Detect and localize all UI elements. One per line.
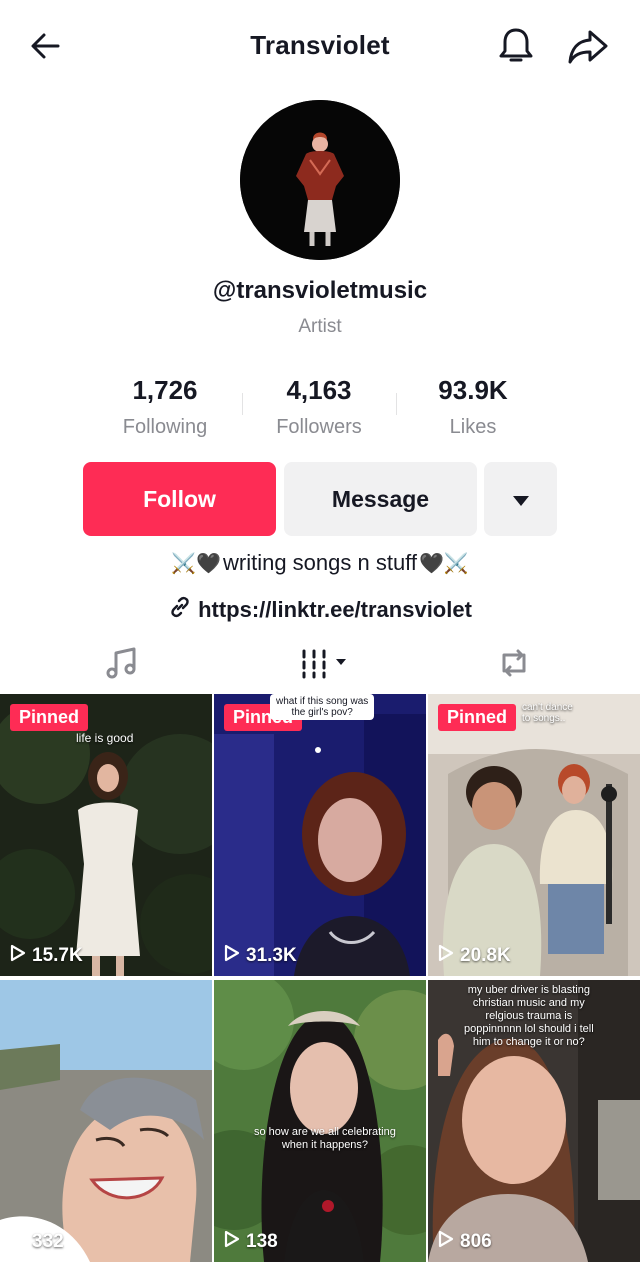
caret-down-icon xyxy=(512,486,530,513)
thumbnail-image xyxy=(214,980,426,1262)
share-icon[interactable] xyxy=(566,26,610,66)
top-bar: Transviolet xyxy=(0,0,640,90)
tab-music[interactable] xyxy=(102,643,146,683)
video-caption: so how are we all celebrating when it ha… xyxy=(254,1126,396,1151)
follow-button[interactable]: Follow xyxy=(83,462,276,536)
video-grid: Pinned life is good 15.7K Pinned what if… xyxy=(0,694,640,1262)
stat-label: Likes xyxy=(449,416,497,438)
video-thumbnail[interactable]: Pinned life is good 15.7K xyxy=(0,694,212,976)
play-icon xyxy=(438,1230,454,1254)
thumbnail-image xyxy=(214,694,426,976)
avatar[interactable] xyxy=(240,100,400,260)
video-caption: life is good xyxy=(76,731,134,745)
view-count: 15.7K xyxy=(10,944,83,968)
play-icon xyxy=(224,944,240,968)
view-count: 20.8K xyxy=(438,944,511,968)
video-thumbnail[interactable]: Pinned what if this song was the girl's … xyxy=(214,694,426,976)
bio-emoji-right: 🖤⚔️ xyxy=(419,552,469,575)
video-thumbnail[interactable]: Pinned can't dance to songs.. 20.8K xyxy=(428,694,640,976)
content-tabs xyxy=(0,635,640,691)
video-caption: what if this song was the girl's pov? xyxy=(270,694,375,720)
pinned-badge: Pinned xyxy=(438,704,517,731)
play-icon xyxy=(438,944,454,968)
video-thumbnail[interactable]: 332 xyxy=(0,980,212,1262)
page-title: Transviolet xyxy=(250,30,390,60)
bio: ⚔️🖤 writing songs n stuff 🖤⚔️ xyxy=(0,550,640,576)
video-caption: my uber driver is blasting christian mus… xyxy=(464,984,594,1048)
bio-text: writing songs n stuff xyxy=(222,550,418,575)
stat-following[interactable]: 1,726 Following xyxy=(88,375,242,445)
username-handle: @transvioletmusic xyxy=(212,277,428,304)
profile-link[interactable]: https://linktr.ee/transviolet xyxy=(0,595,640,625)
stat-divider xyxy=(242,393,243,415)
view-count-text: 138 xyxy=(246,1231,278,1252)
bell-icon[interactable] xyxy=(496,24,536,66)
stat-label: Following xyxy=(122,416,208,438)
music-note-icon xyxy=(102,647,142,687)
stat-value: 1,726 xyxy=(132,375,198,405)
repost-icon xyxy=(494,649,534,687)
stat-likes[interactable]: 93.9K Likes xyxy=(396,375,550,445)
view-count-text: 806 xyxy=(460,1231,492,1252)
play-icon xyxy=(224,1230,240,1254)
video-thumbnail[interactable]: so how are we all celebrating when it ha… xyxy=(214,980,426,1262)
stat-label: Followers xyxy=(276,416,362,438)
video-thumbnail[interactable]: my uber driver is blasting christian mus… xyxy=(428,980,640,1262)
message-button[interactable]: Message xyxy=(284,462,477,536)
stat-divider xyxy=(396,393,397,415)
thumbnail-image xyxy=(0,980,212,1262)
view-count: 138 xyxy=(224,1230,278,1254)
link-icon xyxy=(168,595,192,625)
play-icon xyxy=(10,1230,26,1254)
stat-followers[interactable]: 4,163 Followers xyxy=(242,375,396,445)
view-count-text: 20.8K xyxy=(460,945,511,966)
view-count-text: 15.7K xyxy=(32,945,83,966)
thumbnail-image xyxy=(428,694,640,976)
video-caption: can't dance to songs.. xyxy=(522,702,573,724)
profile-role: Artist xyxy=(298,316,342,337)
play-icon xyxy=(10,944,26,968)
view-count: 806 xyxy=(438,1230,492,1254)
profile-stats: 1,726 Following 4,163 Followers 93.9K Li… xyxy=(88,375,552,445)
pinned-badge: Pinned xyxy=(10,704,89,731)
tab-videos[interactable] xyxy=(296,643,356,683)
view-count: 31.3K xyxy=(224,944,297,968)
tab-reposts[interactable] xyxy=(494,643,538,683)
more-options-button[interactable] xyxy=(484,462,557,536)
stat-value: 93.9K xyxy=(438,375,508,405)
videos-grid-icon xyxy=(296,649,356,687)
view-count: 332 xyxy=(10,1230,64,1254)
stat-value: 4,163 xyxy=(286,375,352,405)
view-count-text: 31.3K xyxy=(246,945,297,966)
view-count-text: 332 xyxy=(32,1231,64,1252)
bio-emoji-left: ⚔️🖤 xyxy=(171,552,221,575)
link-text: https://linktr.ee/transviolet xyxy=(198,597,472,622)
